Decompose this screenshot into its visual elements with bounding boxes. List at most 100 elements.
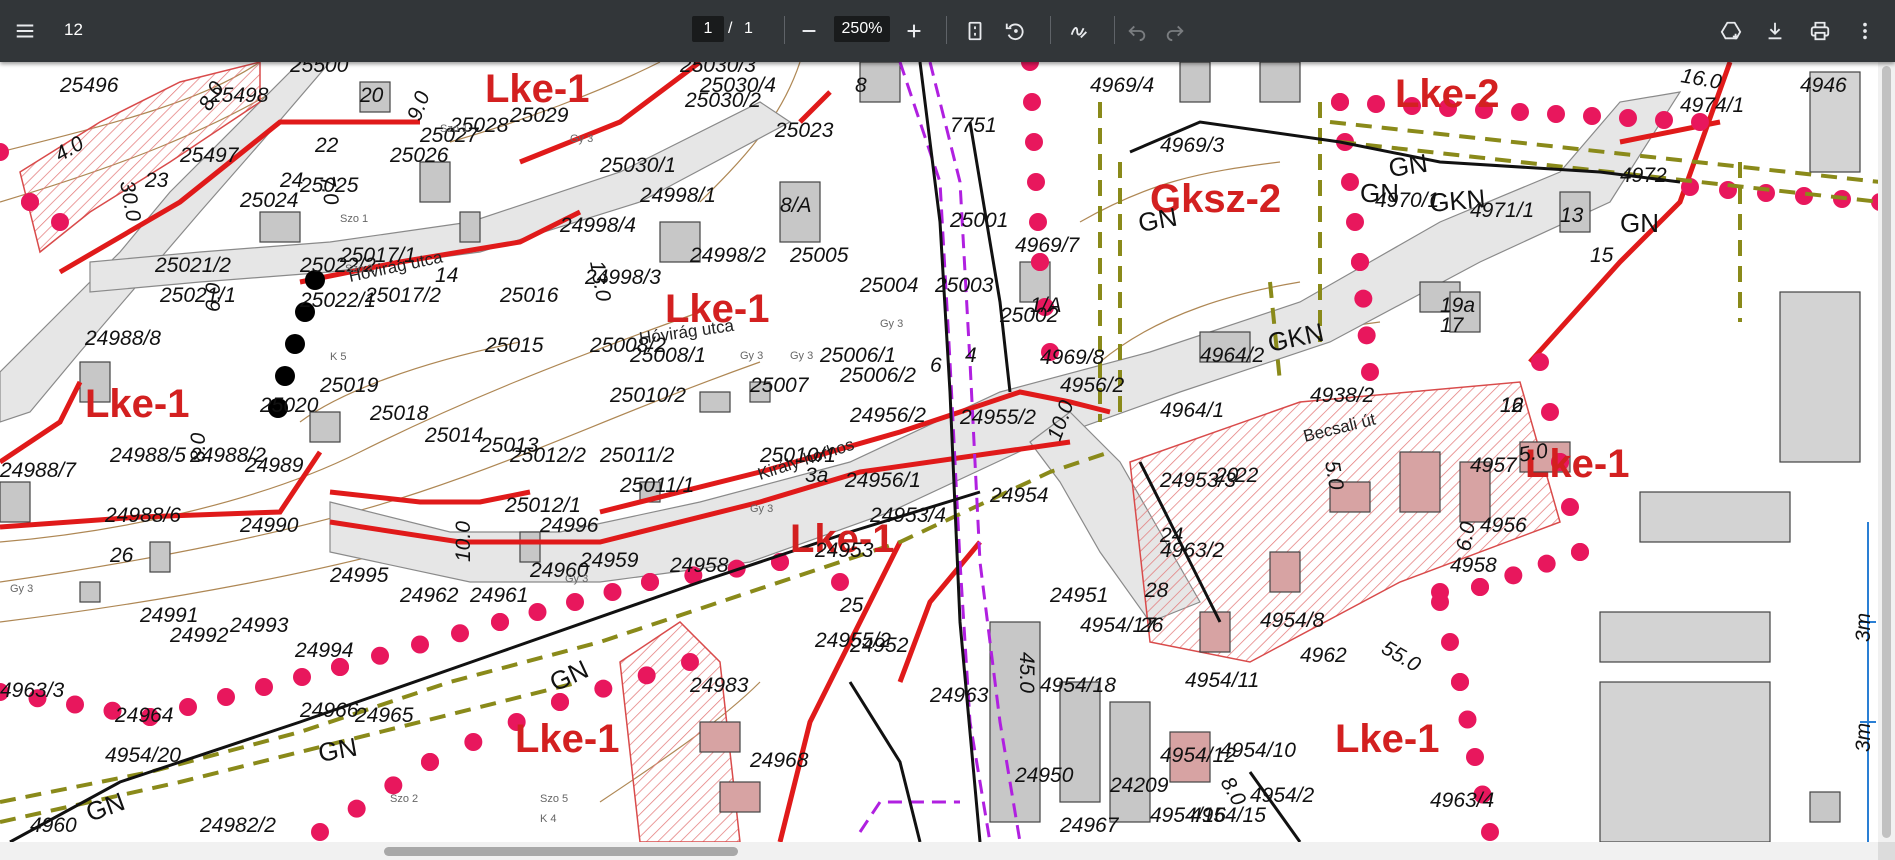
rotate-icon[interactable]: [998, 14, 1032, 48]
land-use-code: Szo 5: [540, 793, 568, 805]
parcel-number: 24988/7: [0, 459, 77, 482]
protection-dot: [384, 776, 403, 795]
utility-code-label: GN: [1136, 202, 1180, 238]
page-separator: /: [728, 20, 733, 37]
parcel-number: 22: [314, 134, 339, 157]
zoom-in-icon[interactable]: [897, 14, 931, 48]
toolbar-divider: [784, 16, 785, 44]
protection-dot: [831, 573, 849, 591]
parcel-number: 4963/4: [1430, 789, 1494, 812]
land-use-code: K 5: [330, 351, 347, 363]
land-use-code: Szo 2: [390, 793, 418, 805]
parcel-number: 1/A: [1030, 294, 1062, 317]
land-use-code: Szo 2: [345, 263, 373, 275]
parcel-number: 24209: [1109, 774, 1169, 797]
parcel-number: 4960: [30, 814, 77, 837]
protection-dot: [1466, 748, 1484, 766]
parcel-number: 24988/6: [104, 504, 181, 527]
download-icon[interactable]: [1758, 14, 1792, 48]
utility-code-label: GN: [82, 786, 129, 828]
redo-icon[interactable]: [1158, 14, 1192, 48]
land-use-code: Gy 3: [565, 573, 588, 585]
protection-dot: [1541, 403, 1559, 421]
document-title: 12: [64, 20, 83, 39]
protection-dot: [411, 635, 429, 654]
add-to-drive-icon[interactable]: [1714, 14, 1748, 48]
protection-dot: [1583, 107, 1601, 125]
parcel-number: 7751: [950, 114, 997, 137]
parcel-number: 25011/1: [619, 474, 694, 497]
parcel-number: 24998/4: [559, 214, 636, 237]
print-icon[interactable]: [1803, 14, 1837, 48]
parcel-number: 24951: [1049, 584, 1108, 607]
parcel-number: 24954: [989, 484, 1048, 507]
horizontal-scroll-thumb[interactable]: [384, 847, 738, 856]
pdf-page-viewer[interactable]: Lke-1 Lke-1 Lke-1 Lke-1 Lke-1 Lke-1 Lke-1 Lke-2…: [0, 62, 1878, 842]
parcel-number: 25014: [424, 424, 483, 447]
parcel-number: 6: [930, 354, 942, 377]
parcel-number: 24989: [244, 454, 304, 477]
fit-page-icon[interactable]: [958, 14, 992, 48]
toolbar-divider: [946, 16, 947, 44]
protection-dot: [1367, 95, 1385, 113]
parcel-number: 25030/1: [599, 154, 676, 177]
protection-dot: [491, 613, 509, 631]
parcel-number: 14: [435, 264, 458, 287]
parcel-number: 24965: [354, 704, 414, 727]
parcel-number: 25: [839, 594, 864, 617]
parcel-number: 8/A: [780, 194, 812, 217]
protection-dot: [347, 799, 366, 818]
zone-label: Lke-1: [1335, 717, 1440, 761]
parcel-number: 24953: [814, 539, 874, 562]
parcel-number: 24982/2: [199, 814, 276, 837]
protection-dot: [528, 603, 547, 621]
land-use-code: Gy 3: [570, 133, 593, 145]
parcel-number: 25001: [949, 209, 1008, 232]
zoom-input[interactable]: 250%: [834, 16, 890, 42]
more-icon[interactable]: [1848, 14, 1882, 48]
parcel-number: 4954/20: [105, 744, 181, 767]
parcel-number: 4957: [1470, 454, 1518, 477]
parcel-number: 24995: [329, 564, 389, 587]
parcel-number: 24952: [849, 634, 909, 657]
protection-dot: [1021, 62, 1039, 71]
parcel-number: 25007: [749, 374, 810, 397]
parcel-number: 4954/12: [1160, 744, 1236, 767]
parcel-number: 4956: [1480, 514, 1527, 537]
land-use-code: Szo 1: [440, 123, 468, 135]
parcel-number: 24958: [669, 554, 729, 577]
parcel-number: 12: [1500, 394, 1524, 417]
parcel-number: 24998/1: [639, 184, 716, 207]
protection-dot: [1331, 93, 1349, 111]
parcel-number: 26: [109, 544, 134, 567]
vertical-scroll-thumb[interactable]: [1882, 66, 1891, 838]
horizontal-scrollbar[interactable]: [0, 842, 1878, 860]
undo-icon[interactable]: [1120, 14, 1154, 48]
vertical-scrollbar[interactable]: [1878, 62, 1895, 842]
parcel-number: 24953/4: [869, 504, 946, 527]
parcel-number: 24961: [469, 584, 528, 607]
protection-dot: [1351, 253, 1369, 271]
protection-dot: [1531, 353, 1549, 371]
draw-icon[interactable]: [1062, 14, 1096, 48]
menu-icon[interactable]: [8, 14, 42, 48]
zoom-out-icon[interactable]: [792, 14, 826, 48]
protection-dot: [1441, 633, 1459, 651]
parcel-number: 24992: [169, 624, 229, 647]
protection-dot: [1027, 173, 1045, 191]
protection-dot: [311, 823, 329, 841]
protection-dot: [66, 695, 84, 714]
protection-dot: [1511, 103, 1529, 121]
parcel-number: 24956/2: [849, 404, 926, 427]
parcel-number: 4954/15: [1190, 804, 1266, 827]
parcel-number: 17: [1440, 314, 1465, 337]
parcel-number: 25019: [319, 374, 379, 397]
parcel-number: 23: [144, 169, 169, 192]
land-use-code: Gy 3: [740, 350, 763, 362]
parcel-number: 25003: [934, 274, 994, 297]
page-number-input[interactable]: 1: [692, 16, 724, 42]
protection-dot: [1341, 173, 1359, 191]
blue-dimension: [1860, 522, 1876, 842]
land-use-code: Gy 3: [750, 503, 773, 515]
parcel-number: 4962: [1300, 644, 1347, 667]
